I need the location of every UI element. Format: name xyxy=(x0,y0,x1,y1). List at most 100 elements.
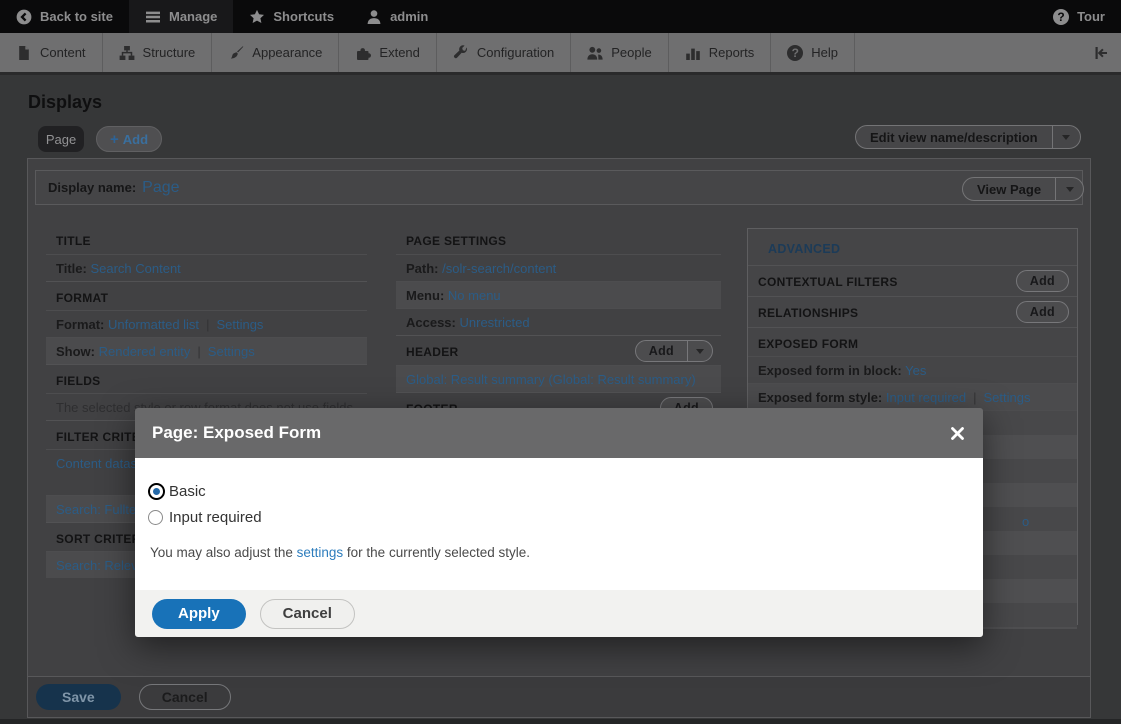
exposed-in-block-label: Exposed form in block: xyxy=(758,363,902,378)
view-page-button[interactable]: View Page xyxy=(962,177,1084,201)
edit-view-name-button[interactable]: Edit view name/description xyxy=(855,125,1081,149)
tray-spacer xyxy=(855,33,1081,72)
access-value-link[interactable]: Unrestricted xyxy=(460,315,530,330)
title-label: Title: xyxy=(56,261,87,276)
toolbar-item-user[interactable]: admin xyxy=(350,0,444,33)
menu-item-people[interactable]: People xyxy=(571,33,668,72)
structure-sitemap-icon xyxy=(119,45,135,61)
menu-item-extend[interactable]: Extend xyxy=(339,33,436,72)
exposed-style-row: Exposed form style: Input required|Setti… xyxy=(748,383,1077,410)
display-tab-page[interactable]: Page xyxy=(38,126,84,152)
format-settings-link[interactable]: Settings xyxy=(216,317,263,332)
display-name-row: Display name: Page xyxy=(35,170,1083,205)
show-label: Show: xyxy=(56,344,95,359)
chevron-down-icon xyxy=(1062,135,1070,140)
dialog-note: You may also adjust the settings for the… xyxy=(148,545,967,560)
user-icon xyxy=(366,9,382,25)
admin-toolbar: Back to site Manage Shortcuts admin ? To… xyxy=(0,0,1121,33)
exposed-style-settings-link[interactable]: Settings xyxy=(984,390,1031,405)
close-icon xyxy=(950,426,965,441)
add-display-button[interactable]: + Add xyxy=(96,126,162,152)
exposed-in-block-row: Exposed form in block: Yes xyxy=(748,356,1077,383)
display-name-label: Display name: xyxy=(48,180,136,195)
path-label: Path: xyxy=(406,261,439,276)
radio-basic-label[interactable]: Basic xyxy=(169,483,206,500)
exposed-style-link[interactable]: Input required xyxy=(886,390,966,405)
dialog-cancel-button[interactable]: Cancel xyxy=(260,599,355,629)
header-bucket-heading: HEADER Add xyxy=(396,335,721,365)
toolbar-item-shortcuts[interactable]: Shortcuts xyxy=(233,0,350,33)
menu-item-structure[interactable]: Structure xyxy=(103,33,213,72)
exposed-in-block-link[interactable]: Yes xyxy=(905,363,926,378)
people-label: People xyxy=(611,45,651,60)
menu-label: Menu: xyxy=(406,288,444,303)
view-page-dropdown-toggle[interactable] xyxy=(1055,178,1083,200)
toolbar-collapse-button[interactable] xyxy=(1081,33,1121,72)
content-file-icon xyxy=(16,45,32,61)
radio-selected-icon[interactable] xyxy=(148,483,165,500)
advanced-summary[interactable]: ADVANCED xyxy=(748,229,1077,265)
edit-view-dropdown-toggle[interactable] xyxy=(1052,126,1080,148)
format-row: Format: Unformatted list|Settings xyxy=(46,310,367,337)
save-button[interactable]: Save xyxy=(36,684,121,710)
header-add-dropdown-toggle[interactable] xyxy=(687,341,712,361)
structure-label: Structure xyxy=(143,45,196,60)
column-second: PAGE SETTINGS Path: /solr-search/content… xyxy=(396,225,721,422)
back-to-site-button[interactable]: Back to site xyxy=(0,0,129,33)
help-question-icon: ? xyxy=(787,45,803,61)
reports-label: Reports xyxy=(709,45,755,60)
toolbar-item-tour[interactable]: ? Tour xyxy=(1037,0,1121,33)
menu-item-help[interactable]: ? Help xyxy=(771,33,855,72)
path-value-link[interactable]: /solr-search/content xyxy=(442,261,556,276)
appearance-brush-icon xyxy=(228,45,244,61)
header-add-button[interactable]: Add xyxy=(635,340,713,362)
extend-label: Extend xyxy=(379,45,419,60)
note-text-after: for the currently selected style. xyxy=(347,545,530,560)
tour-question-icon: ? xyxy=(1053,9,1069,25)
obscured-link-fragment[interactable]: o xyxy=(1022,514,1029,529)
separator: | xyxy=(199,317,216,332)
menu-item-content[interactable]: Content xyxy=(0,33,103,72)
title-value-link[interactable]: Search Content xyxy=(90,261,180,276)
menu-item-reports[interactable]: Reports xyxy=(669,33,772,72)
display-name-link[interactable]: Page xyxy=(142,179,179,197)
show-value-link[interactable]: Rendered entity xyxy=(99,344,191,359)
header-global-link[interactable]: Global: Result summary (Global: Result s… xyxy=(406,372,696,387)
admin-menu-tray: Content Structure Appearance Extend Conf… xyxy=(0,33,1121,75)
dialog-close-button[interactable] xyxy=(948,424,967,443)
exposed-form-dialog: Page: Exposed Form Basic Input required … xyxy=(135,408,983,637)
cancel-button[interactable]: Cancel xyxy=(139,684,231,710)
dialog-titlebar[interactable]: Page: Exposed Form xyxy=(135,408,983,458)
relationships-heading: RELATIONSHIPS Add xyxy=(748,296,1077,327)
toolbar-item-manage[interactable]: Manage xyxy=(129,0,233,33)
fields-bucket-heading: FIELDS xyxy=(46,364,367,393)
show-settings-link[interactable]: Settings xyxy=(208,344,255,359)
appearance-label: Appearance xyxy=(252,45,322,60)
plus-icon: + xyxy=(110,132,119,147)
settings-link[interactable]: settings xyxy=(297,545,344,560)
apply-button[interactable]: Apply xyxy=(152,599,246,629)
menu-value-link[interactable]: No menu xyxy=(448,288,501,303)
toolbar-spacer xyxy=(444,0,1037,33)
user-label: admin xyxy=(390,9,428,24)
collapse-left-icon xyxy=(1093,45,1109,61)
menu-item-appearance[interactable]: Appearance xyxy=(212,33,339,72)
header-add-label: Add xyxy=(636,341,687,361)
reports-barchart-icon xyxy=(685,45,701,61)
hamburger-icon xyxy=(145,9,161,25)
title-row: Title: Search Content xyxy=(46,254,367,281)
dialog-title: Page: Exposed Form xyxy=(152,423,948,443)
contextual-filters-add-button[interactable]: Add xyxy=(1016,270,1069,292)
relationships-add-button[interactable]: Add xyxy=(1016,301,1069,323)
radio-input-required-label[interactable]: Input required xyxy=(169,509,262,526)
edit-view-name-label: Edit view name/description xyxy=(856,126,1052,148)
chevron-down-icon xyxy=(696,349,704,354)
title-bucket-heading: TITLE xyxy=(46,225,367,254)
page-settings-heading: PAGE SETTINGS xyxy=(396,225,721,254)
back-to-site-label: Back to site xyxy=(40,9,113,24)
format-value-link[interactable]: Unformatted list xyxy=(108,317,199,332)
contextual-filters-heading: CONTEXTUAL FILTERS Add xyxy=(748,265,1077,296)
separator: | xyxy=(966,390,983,405)
menu-item-configuration[interactable]: Configuration xyxy=(437,33,571,72)
radio-unselected-icon[interactable] xyxy=(148,510,163,525)
